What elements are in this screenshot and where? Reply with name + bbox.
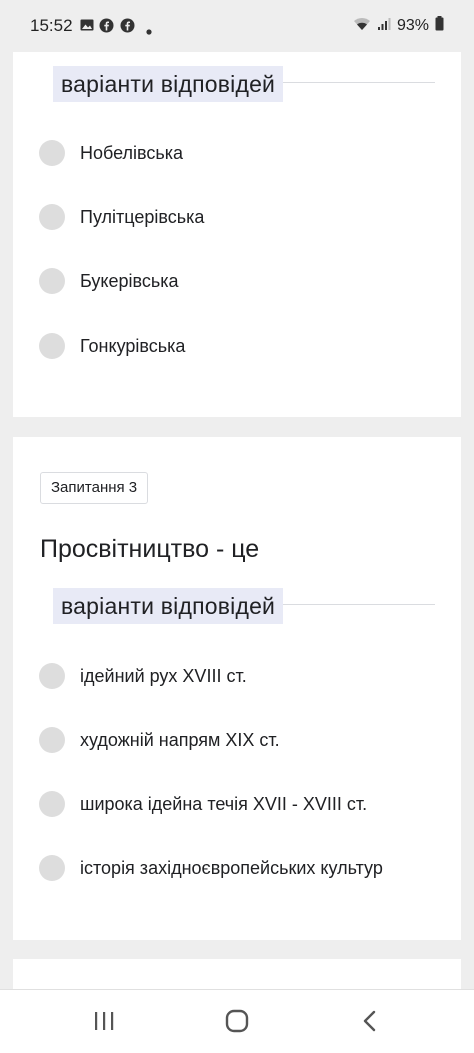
radio-button[interactable]: [39, 663, 65, 689]
question-card-3: Запитання 3 Просвітництво - це варіанти …: [13, 437, 461, 940]
signal-icon: [377, 17, 391, 36]
gallery-icon: [80, 18, 94, 37]
option-label: ідейний рух XVIII ст.: [80, 665, 247, 686]
option-broad-current[interactable]: широка ідейна течія XVII - XVIII ст.: [39, 789, 367, 819]
radio-button[interactable]: [39, 268, 65, 294]
wifi-icon: [353, 17, 371, 36]
option-label: Гонкурівська: [80, 335, 186, 356]
option-ideological-movement[interactable]: ідейний рух XVIII ст.: [39, 661, 247, 691]
recents-icon[interactable]: [89, 1006, 119, 1036]
option-label: Букерівська: [80, 270, 179, 291]
status-time: 15:52: [30, 16, 73, 35]
status-bar: 15:52 93%: [0, 0, 474, 52]
radio-button[interactable]: [39, 791, 65, 817]
option-culture-history[interactable]: історія західноєвропейських культур: [39, 853, 383, 883]
option-label: Нобелівська: [80, 142, 184, 163]
home-icon[interactable]: [222, 1006, 252, 1036]
option-label: широка ідейна течія XVII - XVIII ст.: [80, 793, 368, 814]
option-goncourt[interactable]: Гонкурівська: [39, 331, 185, 361]
battery-text: 93%: [396, 17, 429, 34]
option-nobel[interactable]: Нобелівська: [39, 138, 183, 168]
section-header: варіанти відповідей: [53, 66, 284, 102]
battery-icon: [435, 16, 444, 36]
option-label: Пулітцерівська: [80, 206, 205, 227]
navigation-bar: [0, 989, 474, 1053]
option-label: художній напрям XIX ст.: [80, 729, 280, 750]
option-art-direction[interactable]: художній напрям XIX ст.: [39, 725, 280, 755]
option-label: історія західноєвропейських культур: [80, 857, 383, 878]
radio-button[interactable]: [39, 855, 65, 881]
option-booker[interactable]: Букерівська: [39, 266, 179, 296]
radio-button[interactable]: [39, 333, 65, 359]
radio-button[interactable]: [39, 140, 65, 166]
facebook-icon: [120, 18, 135, 38]
status-right: 93%: [353, 16, 444, 36]
question-card-2: варіанти відповідей Нобелівська Пулітцер…: [13, 0, 461, 417]
facebook-icon: [99, 18, 114, 38]
question-title: Просвітництво - це: [40, 535, 260, 563]
radio-button[interactable]: [39, 204, 65, 230]
option-pulitzer[interactable]: Пулітцерівська: [39, 202, 204, 232]
section-header: варіанти відповідей: [53, 588, 284, 624]
dot-icon: [146, 22, 152, 40]
question-badge: Запитання 3: [40, 472, 149, 504]
radio-button[interactable]: [39, 727, 65, 753]
back-icon[interactable]: [355, 1006, 385, 1036]
